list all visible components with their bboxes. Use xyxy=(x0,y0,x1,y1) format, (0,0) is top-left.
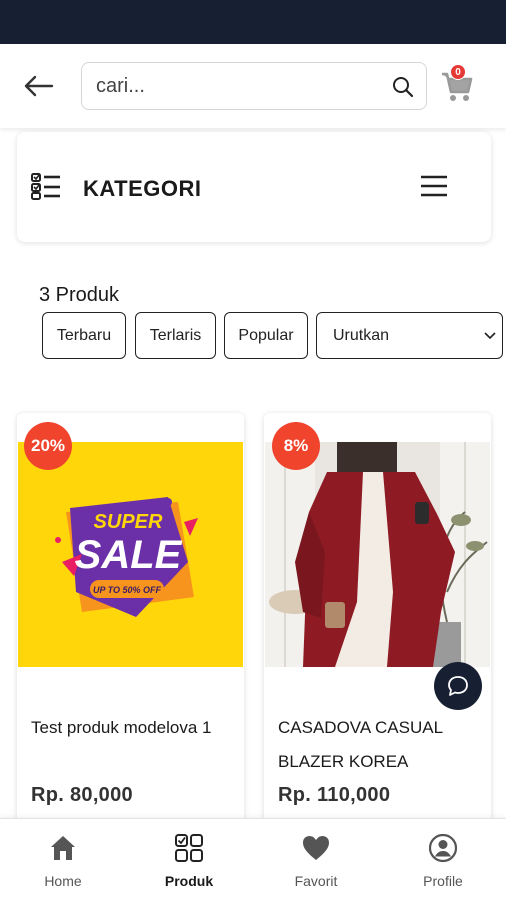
nav-label-favorit: Favorit xyxy=(294,873,338,889)
filter-popular-button[interactable]: Popular xyxy=(224,312,308,359)
status-bar xyxy=(0,0,506,44)
hamburger-menu-icon[interactable] xyxy=(419,174,449,198)
product-price: Rp. 80,000 xyxy=(31,784,133,806)
product-image[interactable]: SUPER SALE UP TO 50% OFF xyxy=(18,442,243,667)
top-bar: 0 xyxy=(0,44,506,128)
filter-terlaris-button[interactable]: Terlaris xyxy=(135,312,216,359)
category-panel: KATEGORI xyxy=(17,132,491,242)
nav-item-home[interactable]: Home xyxy=(0,819,126,901)
nav-item-favorit[interactable]: Favorit xyxy=(253,819,379,901)
chevron-down-icon xyxy=(484,332,496,340)
sale-line3-text: UP TO 50% OFF xyxy=(93,585,162,595)
sale-line1-text: SUPER xyxy=(94,511,163,533)
cart-count-badge: 0 xyxy=(450,64,466,80)
nav-label-produk: Produk xyxy=(164,873,214,889)
category-title: KATEGORI xyxy=(83,176,202,201)
sort-select-value: Urutkan xyxy=(333,327,390,344)
product-card[interactable]: 8% CASADOVA CASUAL BLAZER KOREA Rp. 110,… xyxy=(264,413,491,833)
product-name: CASADOVA CASUAL BLAZER KOREA xyxy=(278,718,443,771)
heart-icon xyxy=(303,836,329,860)
nav-label-home: Home xyxy=(44,873,82,889)
bottom-nav: Home Produk Favorit Profile xyxy=(0,818,506,900)
search-box[interactable] xyxy=(81,62,427,110)
blazer-photo xyxy=(265,442,490,667)
back-arrow-icon[interactable] xyxy=(22,72,56,100)
nav-label-profile: Profile xyxy=(423,873,463,889)
product-name: Test produk modelova 1 xyxy=(31,718,212,737)
user-icon xyxy=(428,833,458,863)
discount-badge: 20% xyxy=(24,422,72,470)
nav-item-profile[interactable]: Profile xyxy=(380,819,506,901)
grid-icon xyxy=(175,834,203,862)
product-card[interactable]: 20% SUPER SALE UP TO 50% OFF Test produk… xyxy=(17,413,244,833)
super-sale-graphic: SUPER SALE UP TO 50% OFF xyxy=(18,442,243,667)
chat-button[interactable] xyxy=(434,662,482,710)
product-count: 3 Produk xyxy=(39,284,120,306)
home-icon xyxy=(51,836,75,860)
discount-badge: 8% xyxy=(272,422,320,470)
sort-select[interactable]: Urutkan xyxy=(316,312,503,359)
chat-bubble-icon xyxy=(448,676,468,696)
search-input[interactable] xyxy=(96,71,376,101)
product-price: Rp. 110,000 xyxy=(278,784,391,806)
checklist-icon xyxy=(31,173,60,200)
nav-item-produk[interactable]: Produk xyxy=(126,819,252,901)
product-image[interactable] xyxy=(265,442,490,667)
filter-terbaru-button[interactable]: Terbaru xyxy=(42,312,126,359)
search-icon[interactable] xyxy=(392,76,414,98)
sale-line2-text: SALE xyxy=(75,533,183,577)
